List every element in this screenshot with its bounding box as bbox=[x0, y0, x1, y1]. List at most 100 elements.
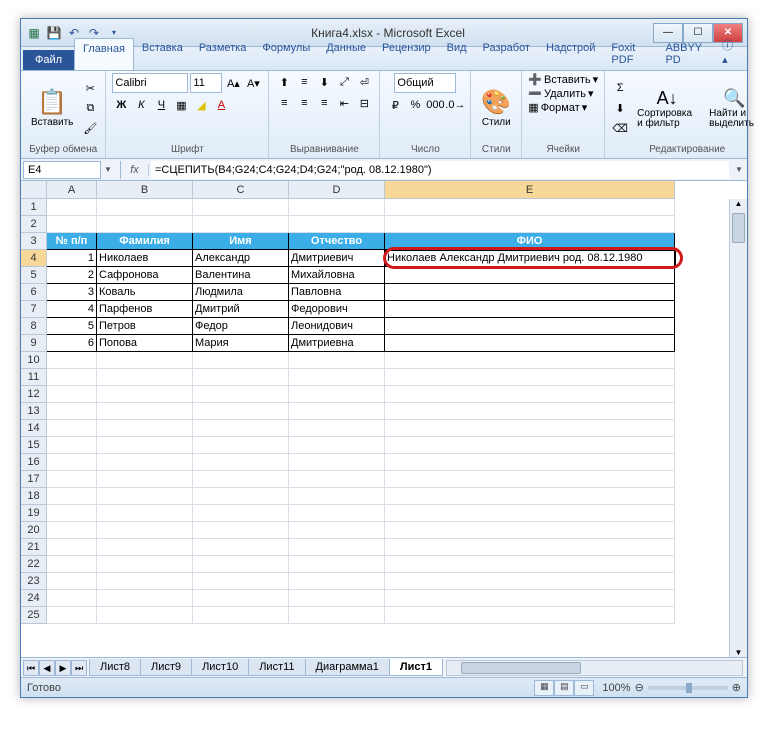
ribbon-tab-надстрой[interactable]: Надстрой bbox=[538, 38, 603, 70]
row-header-25[interactable]: 25 bbox=[21, 607, 47, 624]
align-left-icon[interactable]: ≡ bbox=[275, 94, 293, 112]
row-header-13[interactable]: 13 bbox=[21, 403, 47, 420]
cell-C10[interactable] bbox=[193, 352, 289, 369]
cell-D22[interactable] bbox=[289, 556, 385, 573]
cell-C25[interactable] bbox=[193, 607, 289, 624]
cell-C16[interactable] bbox=[193, 454, 289, 471]
cell-B18[interactable] bbox=[97, 488, 193, 505]
sheet-nav-first-icon[interactable]: ⏮ bbox=[23, 660, 39, 676]
cell-B21[interactable] bbox=[97, 539, 193, 556]
cell-D25[interactable] bbox=[289, 607, 385, 624]
row-header-1[interactable]: 1 bbox=[21, 199, 47, 216]
cell-E6[interactable] bbox=[385, 284, 675, 301]
row-header-16[interactable]: 16 bbox=[21, 454, 47, 471]
cell-D15[interactable] bbox=[289, 437, 385, 454]
cell-A9[interactable]: 6 bbox=[47, 335, 97, 352]
cell-B13[interactable] bbox=[97, 403, 193, 420]
ribbon-tab-abbyy pd[interactable]: ABBYY PD bbox=[657, 38, 716, 70]
help-icon[interactable]: ⓘ ▴ bbox=[716, 33, 747, 70]
ribbon-tab-вид[interactable]: Вид bbox=[439, 38, 475, 70]
cell-B20[interactable] bbox=[97, 522, 193, 539]
cell-E21[interactable] bbox=[385, 539, 675, 556]
cell-A8[interactable]: 5 bbox=[47, 318, 97, 335]
cell-E8[interactable] bbox=[385, 318, 675, 335]
styles-button[interactable]: 🎨 Стили bbox=[477, 86, 515, 130]
cell-E3[interactable]: ФИО bbox=[385, 233, 675, 250]
cell-C18[interactable] bbox=[193, 488, 289, 505]
cell-C2[interactable] bbox=[193, 216, 289, 233]
cell-B7[interactable]: Парфенов bbox=[97, 301, 193, 318]
cell-D1[interactable] bbox=[289, 199, 385, 216]
view-break-icon[interactable]: ▭ bbox=[574, 680, 594, 696]
cell-A1[interactable] bbox=[47, 199, 97, 216]
sheet-tab-Лист1[interactable]: Лист1 bbox=[389, 659, 443, 676]
cell-A16[interactable] bbox=[47, 454, 97, 471]
cell-C1[interactable] bbox=[193, 199, 289, 216]
row-header-18[interactable]: 18 bbox=[21, 488, 47, 505]
col-header-A[interactable]: A bbox=[47, 181, 97, 199]
sheet-nav-last-icon[interactable]: ⏭ bbox=[71, 660, 87, 676]
file-tab[interactable]: Файл bbox=[23, 50, 74, 70]
cell-E1[interactable] bbox=[385, 199, 675, 216]
cell-C22[interactable] bbox=[193, 556, 289, 573]
cell-A20[interactable] bbox=[47, 522, 97, 539]
delete-cells-button[interactable]: ➖Удалить▾ bbox=[528, 87, 593, 100]
cell-E16[interactable] bbox=[385, 454, 675, 471]
cell-E24[interactable] bbox=[385, 590, 675, 607]
sheet-tab-Лист8[interactable]: Лист8 bbox=[89, 659, 141, 676]
sheet-tab-Лист11[interactable]: Лист11 bbox=[248, 659, 305, 676]
autosum-icon[interactable]: Σ bbox=[611, 79, 629, 97]
border-icon[interactable]: ▦ bbox=[172, 96, 190, 114]
vscroll-thumb[interactable] bbox=[732, 213, 745, 243]
cell-B16[interactable] bbox=[97, 454, 193, 471]
cell-C11[interactable] bbox=[193, 369, 289, 386]
ribbon-tab-главная[interactable]: Главная bbox=[74, 38, 134, 70]
align-center-icon[interactable]: ≡ bbox=[295, 94, 313, 112]
cell-D6[interactable]: Павловна bbox=[289, 284, 385, 301]
cell-C9[interactable]: Мария bbox=[193, 335, 289, 352]
sheet-nav-prev-icon[interactable]: ◀ bbox=[39, 660, 55, 676]
align-bottom-icon[interactable]: ⬇ bbox=[315, 73, 333, 91]
wrap-text-icon[interactable]: ⏎ bbox=[355, 73, 373, 91]
paste-button[interactable]: 📋 Вставить bbox=[27, 86, 77, 130]
insert-cells-button[interactable]: ➕Вставить▾ bbox=[528, 73, 598, 86]
italic-icon[interactable]: К bbox=[132, 96, 150, 114]
orientation-icon[interactable]: ⤢ bbox=[335, 73, 353, 91]
percent-icon[interactable]: % bbox=[406, 96, 424, 114]
row-header-10[interactable]: 10 bbox=[21, 352, 47, 369]
cell-A13[interactable] bbox=[47, 403, 97, 420]
save-icon[interactable]: 💾 bbox=[45, 24, 63, 42]
cell-E22[interactable] bbox=[385, 556, 675, 573]
ribbon-tab-формулы[interactable]: Формулы bbox=[254, 38, 318, 70]
merge-icon[interactable]: ⊟ bbox=[355, 94, 373, 112]
cell-E17[interactable] bbox=[385, 471, 675, 488]
select-all-corner[interactable] bbox=[21, 181, 47, 199]
cell-E9[interactable] bbox=[385, 335, 675, 352]
cell-grid[interactable]: № п/пФамилияИмяОтчествоФИО1НиколаевАлекс… bbox=[47, 199, 729, 657]
row-header-6[interactable]: 6 bbox=[21, 284, 47, 301]
row-header-8[interactable]: 8 bbox=[21, 318, 47, 335]
cell-A7[interactable]: 4 bbox=[47, 301, 97, 318]
cell-A21[interactable] bbox=[47, 539, 97, 556]
cut-icon[interactable]: ✂ bbox=[81, 79, 99, 97]
copy-icon[interactable]: ⧉ bbox=[81, 99, 99, 117]
sheet-tab-Диаграмма1[interactable]: Диаграмма1 bbox=[305, 659, 390, 676]
cell-E5[interactable] bbox=[385, 267, 675, 284]
cell-A24[interactable] bbox=[47, 590, 97, 607]
cell-A5[interactable]: 2 bbox=[47, 267, 97, 284]
cell-E2[interactable] bbox=[385, 216, 675, 233]
align-middle-icon[interactable]: ≡ bbox=[295, 73, 313, 91]
cell-D20[interactable] bbox=[289, 522, 385, 539]
cell-A11[interactable] bbox=[47, 369, 97, 386]
cell-E10[interactable] bbox=[385, 352, 675, 369]
horizontal-scrollbar[interactable] bbox=[446, 660, 743, 676]
row-header-12[interactable]: 12 bbox=[21, 386, 47, 403]
row-header-24[interactable]: 24 bbox=[21, 590, 47, 607]
row-header-5[interactable]: 5 bbox=[21, 267, 47, 284]
find-select-button[interactable]: 🔍 Найти и выделить bbox=[705, 86, 763, 131]
cell-C13[interactable] bbox=[193, 403, 289, 420]
cell-B1[interactable] bbox=[97, 199, 193, 216]
increase-decimal-icon[interactable]: .0→ bbox=[446, 96, 464, 114]
cell-D16[interactable] bbox=[289, 454, 385, 471]
cell-D12[interactable] bbox=[289, 386, 385, 403]
